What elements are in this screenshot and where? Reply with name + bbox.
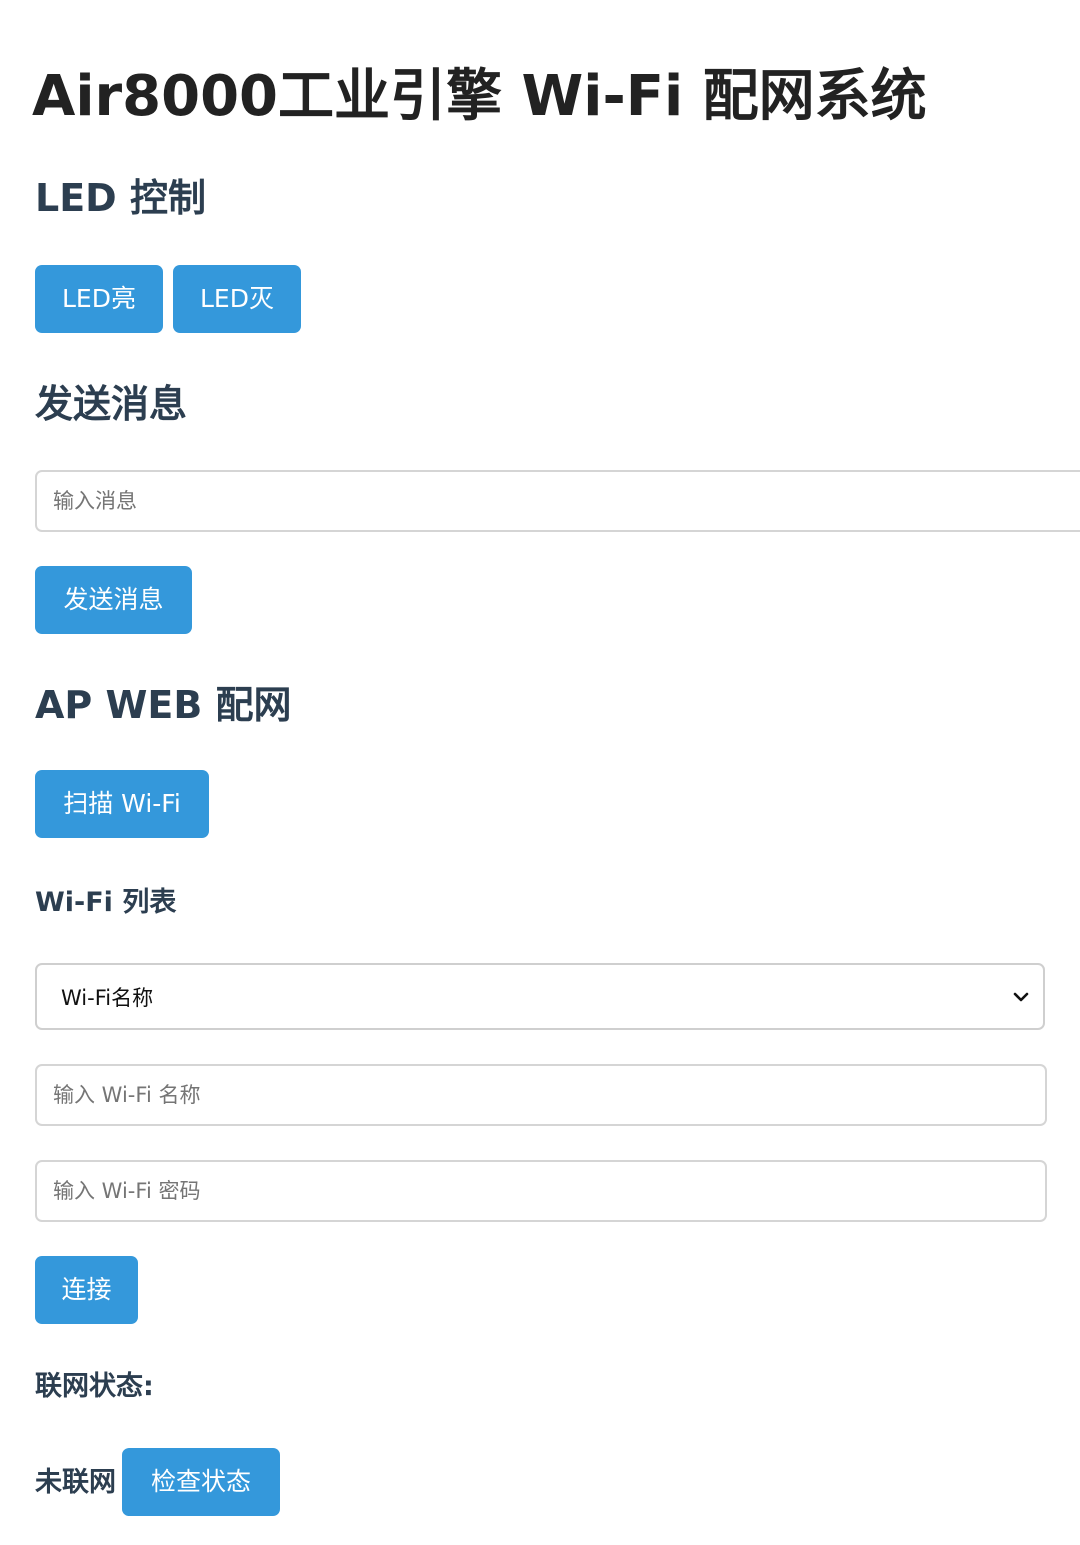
network-status-value: 未联网	[35, 1467, 116, 1498]
wifi-select[interactable]: Wi-Fi名称	[35, 963, 1045, 1030]
led-section-heading: LED 控制	[35, 176, 206, 220]
wifi-list-heading: Wi-Fi 列表	[35, 887, 177, 918]
message-input[interactable]	[35, 470, 1080, 532]
page-title: Air8000工业引擎 Wi-Fi 配网系统	[32, 64, 927, 129]
page: Air8000工业引擎 Wi-Fi 配网系统 LED 控制 LED亮 LED灭 …	[0, 0, 1080, 1545]
wifi-select-value: Wi-Fi名称	[61, 985, 154, 1010]
message-section-heading: 发送消息	[35, 382, 188, 426]
send-message-button[interactable]: 发送消息	[35, 566, 192, 634]
network-status-label: 联网状态:	[35, 1371, 154, 1402]
chevron-down-icon	[1011, 990, 1031, 1004]
scan-wifi-button[interactable]: 扫描 Wi-Fi	[35, 770, 209, 838]
check-status-button[interactable]: 检查状态	[122, 1448, 280, 1516]
ap-section-heading: AP WEB 配网	[35, 683, 292, 727]
connect-button[interactable]: 连接	[35, 1256, 138, 1324]
led-off-button[interactable]: LED灭	[173, 265, 301, 333]
wifi-ssid-input[interactable]	[35, 1064, 1047, 1126]
wifi-password-input[interactable]	[35, 1160, 1047, 1222]
led-on-button[interactable]: LED亮	[35, 265, 163, 333]
